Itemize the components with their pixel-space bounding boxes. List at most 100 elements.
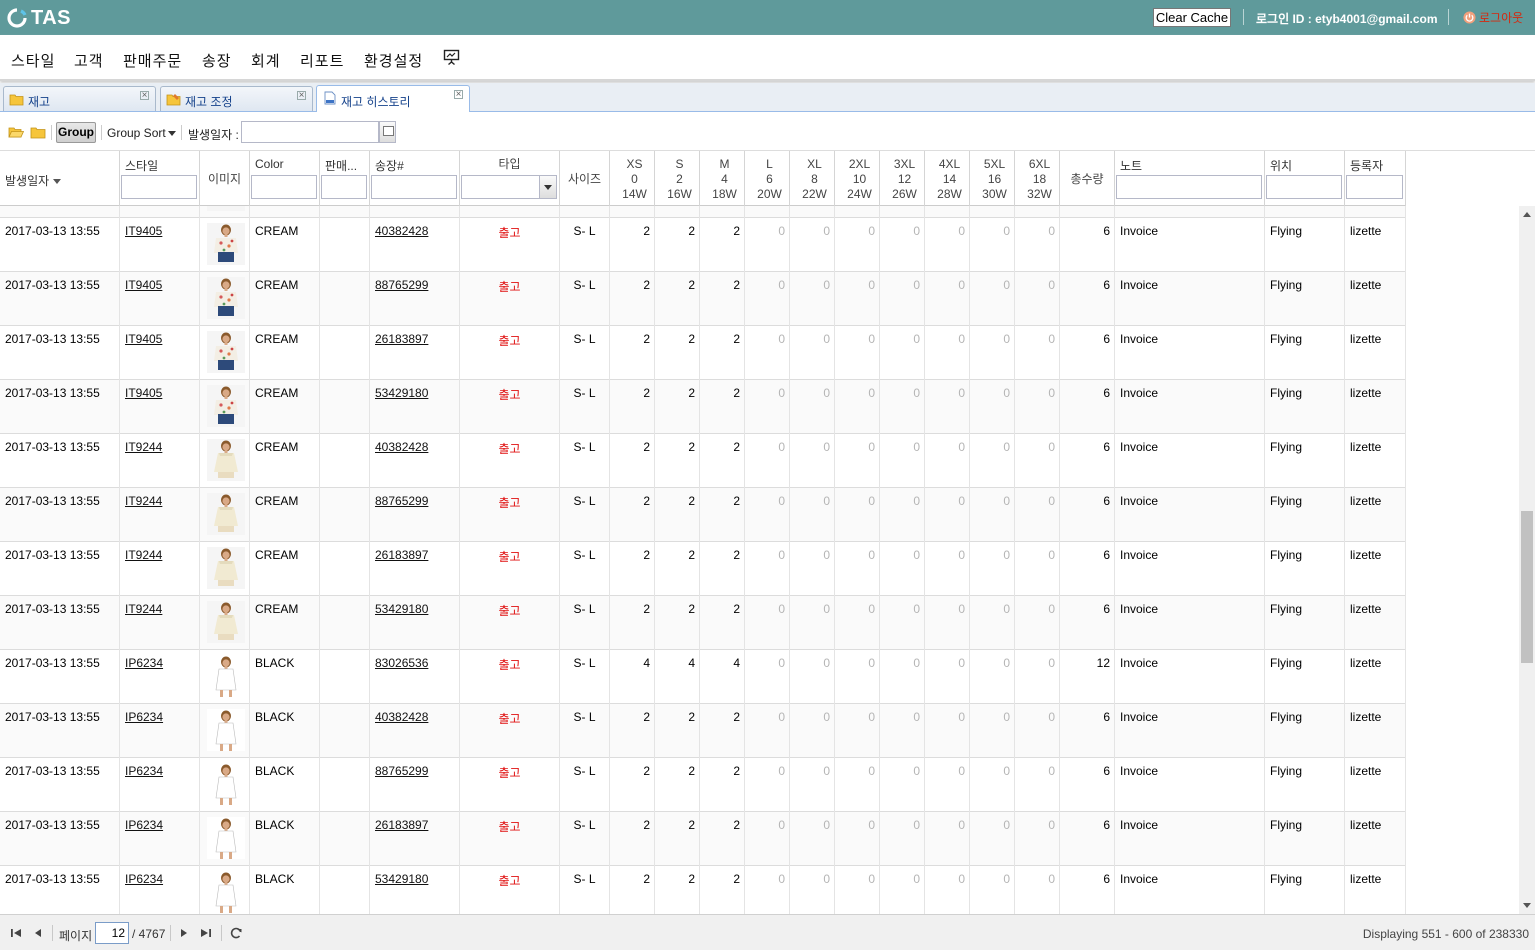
first-page-icon[interactable] — [9, 926, 23, 940]
table-row[interactable]: 2017-03-13 13:55 IT9405 CREAM 88765299 출고 S- … — [0, 272, 1406, 326]
size-cell: S- L — [560, 704, 610, 758]
table-row[interactable]: 2017-03-13 13:55IT9454 BLACK 53429180출고S- … — [0, 206, 1406, 218]
vertical-scrollbar[interactable] — [1519, 206, 1535, 914]
sales-cell — [320, 650, 370, 704]
menu-settings[interactable]: 환경설정 — [364, 50, 423, 71]
table-row[interactable]: 2017-03-13 13:55 IT9244 CREAM 26183897 출고 S- … — [0, 542, 1406, 596]
invoice-link[interactable]: 53429180 — [375, 602, 428, 616]
style-link[interactable]: IT9405 — [125, 278, 162, 292]
note-filter-input[interactable] — [1116, 175, 1262, 199]
table-row[interactable]: 2017-03-13 13:55 IP6234 BLACK 53429180 출고 S- … — [0, 866, 1406, 914]
tab-inventory-history[interactable]: 재고 히스토리 × — [316, 85, 470, 112]
presentation-icon[interactable] — [443, 49, 460, 66]
style-link[interactable]: IT9405 — [125, 224, 162, 238]
tab-inventory[interactable]: 재고 × — [3, 86, 156, 111]
table-row[interactable]: 2017-03-13 13:55 IT9405 CREAM 40382428 출고 S- … — [0, 218, 1406, 272]
total-value: 6 — [1103, 872, 1110, 886]
style-link[interactable]: IP6234 — [125, 872, 163, 886]
table-row[interactable]: 2017-03-13 13:55 IT9405 CREAM 53429180 출고 S- … — [0, 380, 1406, 434]
next-page-icon[interactable] — [177, 926, 191, 940]
style-link[interactable]: IP6234 — [125, 764, 163, 778]
calendar-icon[interactable] — [379, 121, 396, 143]
table-row[interactable]: 2017-03-13 13:55 IP6234 BLACK 40382428 출고 S- … — [0, 704, 1406, 758]
scroll-down-icon[interactable] — [1523, 903, 1531, 908]
style-link[interactable]: IP6234 — [125, 710, 163, 724]
table-row[interactable]: 2017-03-13 13:55 IT9244 CREAM 40382428 출고 S- … — [0, 434, 1406, 488]
date-filter-input[interactable] — [241, 121, 379, 143]
folder-open-icon[interactable] — [8, 125, 24, 139]
invoice-link[interactable]: 26183897 — [375, 548, 428, 562]
invoice-link[interactable]: 88765299 — [375, 494, 428, 508]
qty-cell: 0 — [745, 812, 790, 866]
group-sort-dropdown[interactable]: Group Sort — [107, 126, 176, 140]
last-page-icon[interactable] — [199, 926, 213, 940]
invoice-link[interactable]: 83026536 — [375, 656, 428, 670]
table-row[interactable]: 2017-03-13 13:55 IT9244 CREAM 88765299 출고 S- … — [0, 488, 1406, 542]
date-value: 2017-03-13 13:55 — [5, 548, 100, 562]
table-row[interactable]: 2017-03-13 13:55 IP6234 BLACK 88765299 출고 S- … — [0, 758, 1406, 812]
menu-customer[interactable]: 고객 — [74, 50, 104, 71]
logo[interactable]: TAS — [6, 6, 71, 30]
invoice-link[interactable]: 40382428 — [375, 710, 428, 724]
style-link[interactable]: IT9244 — [125, 494, 162, 508]
invoice-link[interactable]: 88765299 — [375, 764, 428, 778]
style-link[interactable]: IP6234 — [125, 656, 163, 670]
registrant-filter-input[interactable] — [1346, 175, 1403, 199]
close-icon[interactable]: × — [454, 90, 463, 100]
style-link[interactable]: IP6234 — [125, 818, 163, 832]
invoice-link[interactable]: 53429180 — [375, 386, 428, 400]
sales-filter-input[interactable] — [321, 175, 367, 199]
sales-cell — [320, 380, 370, 434]
style-link[interactable]: IT9405 — [125, 386, 162, 400]
style-filter-input[interactable] — [121, 175, 197, 199]
power-icon — [1463, 11, 1476, 24]
location-filter-input[interactable] — [1266, 175, 1342, 199]
table-row[interactable]: 2017-03-13 13:55 IT9244 CREAM 53429180 출고 S- … — [0, 596, 1406, 650]
page-number-input[interactable] — [95, 922, 129, 944]
type-filter-select[interactable] — [461, 175, 557, 199]
tab-inventory-adjust[interactable]: 재고 조정 × — [160, 86, 313, 111]
menu-report[interactable]: 리포트 — [300, 50, 344, 71]
column-header-date[interactable]: 발생일자 — [0, 151, 120, 206]
style-link[interactable]: IT9405 — [125, 332, 162, 346]
style-link[interactable]: IT9244 — [125, 440, 162, 454]
invoice-link[interactable]: 26183897 — [375, 818, 428, 832]
invoice-link[interactable]: 88765299 — [375, 278, 428, 292]
qty-cell: 0 — [745, 434, 790, 488]
scroll-up-icon[interactable] — [1523, 212, 1531, 217]
refresh-icon[interactable] — [229, 926, 243, 940]
qty-value: 2 — [643, 548, 650, 562]
invoice-link[interactable]: 40382428 — [375, 224, 428, 238]
style-link[interactable]: IT9244 — [125, 602, 162, 616]
invoice-cell: 53429180 — [370, 206, 460, 218]
menu-accounting[interactable]: 회계 — [251, 50, 281, 71]
style-link[interactable]: IT9244 — [125, 548, 162, 562]
prev-page-icon[interactable] — [31, 926, 45, 940]
table-row[interactable]: 2017-03-13 13:55 IT9405 CREAM 26183897 출고 S- … — [0, 326, 1406, 380]
scroll-thumb[interactable] — [1521, 511, 1533, 663]
invoice-link[interactable]: 26183897 — [375, 332, 428, 346]
menu-invoice[interactable]: 송장 — [202, 50, 232, 71]
logout-link[interactable]: 로그아웃 — [1463, 9, 1523, 26]
qty-value: 0 — [823, 548, 830, 562]
group-toggle-button[interactable]: Group — [56, 122, 96, 143]
note-cell: Invoice — [1115, 326, 1265, 380]
logo-mark-icon — [7, 8, 27, 28]
folder-icon[interactable] — [30, 125, 46, 139]
close-icon[interactable]: × — [297, 91, 306, 101]
column-header-type: 타입 — [460, 151, 560, 206]
menu-style[interactable]: 스타일 — [11, 50, 55, 71]
table-row[interactable]: 2017-03-13 13:55 IP6234 BLACK 26183897 출고 S- … — [0, 812, 1406, 866]
clear-cache-button[interactable]: Clear Cache — [1153, 8, 1231, 27]
qty-cell: 2 — [700, 272, 745, 326]
invoice-link[interactable]: 40382428 — [375, 440, 428, 454]
invoice-link[interactable]: 53429180 — [375, 872, 428, 886]
invoice-filter-input[interactable] — [371, 175, 457, 199]
table-row[interactable]: 2017-03-13 13:55 IP6234 BLACK 83026536 출고 S- … — [0, 650, 1406, 704]
close-icon[interactable]: × — [140, 91, 149, 101]
size-label-line: 18W — [712, 187, 737, 201]
menu-sales-order[interactable]: 판매주문 — [123, 50, 182, 71]
column-title: 노트 — [1120, 159, 1143, 173]
note-cell: Invoice — [1115, 542, 1265, 596]
color-filter-input[interactable] — [251, 175, 317, 199]
